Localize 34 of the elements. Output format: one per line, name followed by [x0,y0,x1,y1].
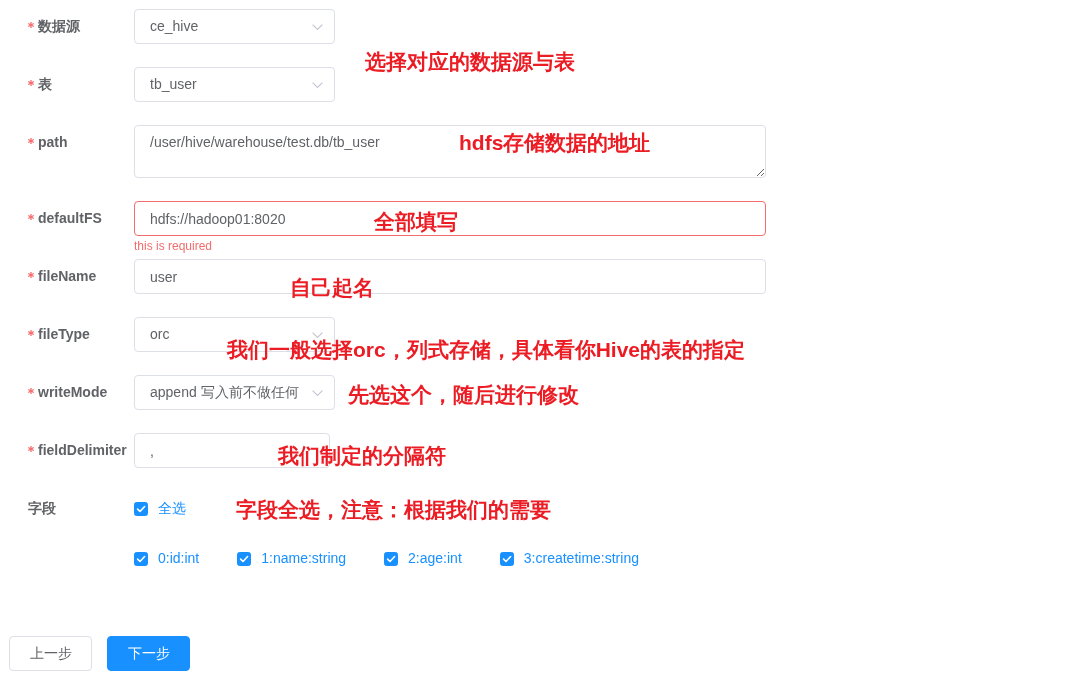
checkbox[interactable] [134,551,148,566]
annotation-text: 全部填写 [374,211,458,233]
annotation-text: hdfs存储数据的地址 [459,132,651,154]
chevron-down-icon [312,23,323,30]
select-field[interactable]: ce_hive [134,9,335,44]
checkbox[interactable] [134,501,148,516]
previous-step-button[interactable]: 上一步 [9,636,92,671]
checkbox-label[interactable]: 1:name:string [261,548,347,569]
annotation-text: 字段全选，注意：根据我们的需要 [236,499,551,521]
field-label: 数据源 [38,17,80,36]
select-field[interactable]: append 写入前不做任何 [134,375,335,410]
annotation-text: 选择对应的数据源与表 [365,51,575,73]
chevron-down-icon [312,389,323,396]
checkbox[interactable] [384,551,399,566]
field-label: fileType [38,325,90,344]
field-label: writeMode [38,383,108,402]
select-field[interactable]: tb_user [134,67,335,102]
checkbox[interactable] [499,551,514,566]
checkbox-label[interactable]: 3:createtime:string [523,548,639,569]
checkbox[interactable] [237,551,252,566]
error-message: this is required [134,238,214,255]
annotation-text: 先选这个，随后进行修改 [348,384,579,406]
checkbox-label[interactable]: 全选 [158,498,186,519]
field-label: defaultFS [38,209,102,228]
field-label: fieldDelimiter [38,441,127,460]
checkbox-label[interactable]: 2:age:int [408,548,462,569]
chevron-down-icon [312,81,323,88]
field-label: fileName [38,267,97,286]
chevron-down-icon [312,331,323,338]
field-label: 表 [38,75,52,94]
field-label: path [38,133,68,152]
checkbox-label[interactable]: 0:id:int [158,548,200,569]
next-step-button[interactable]: 下一步 [107,636,190,671]
field-label: 字段 [28,499,56,518]
